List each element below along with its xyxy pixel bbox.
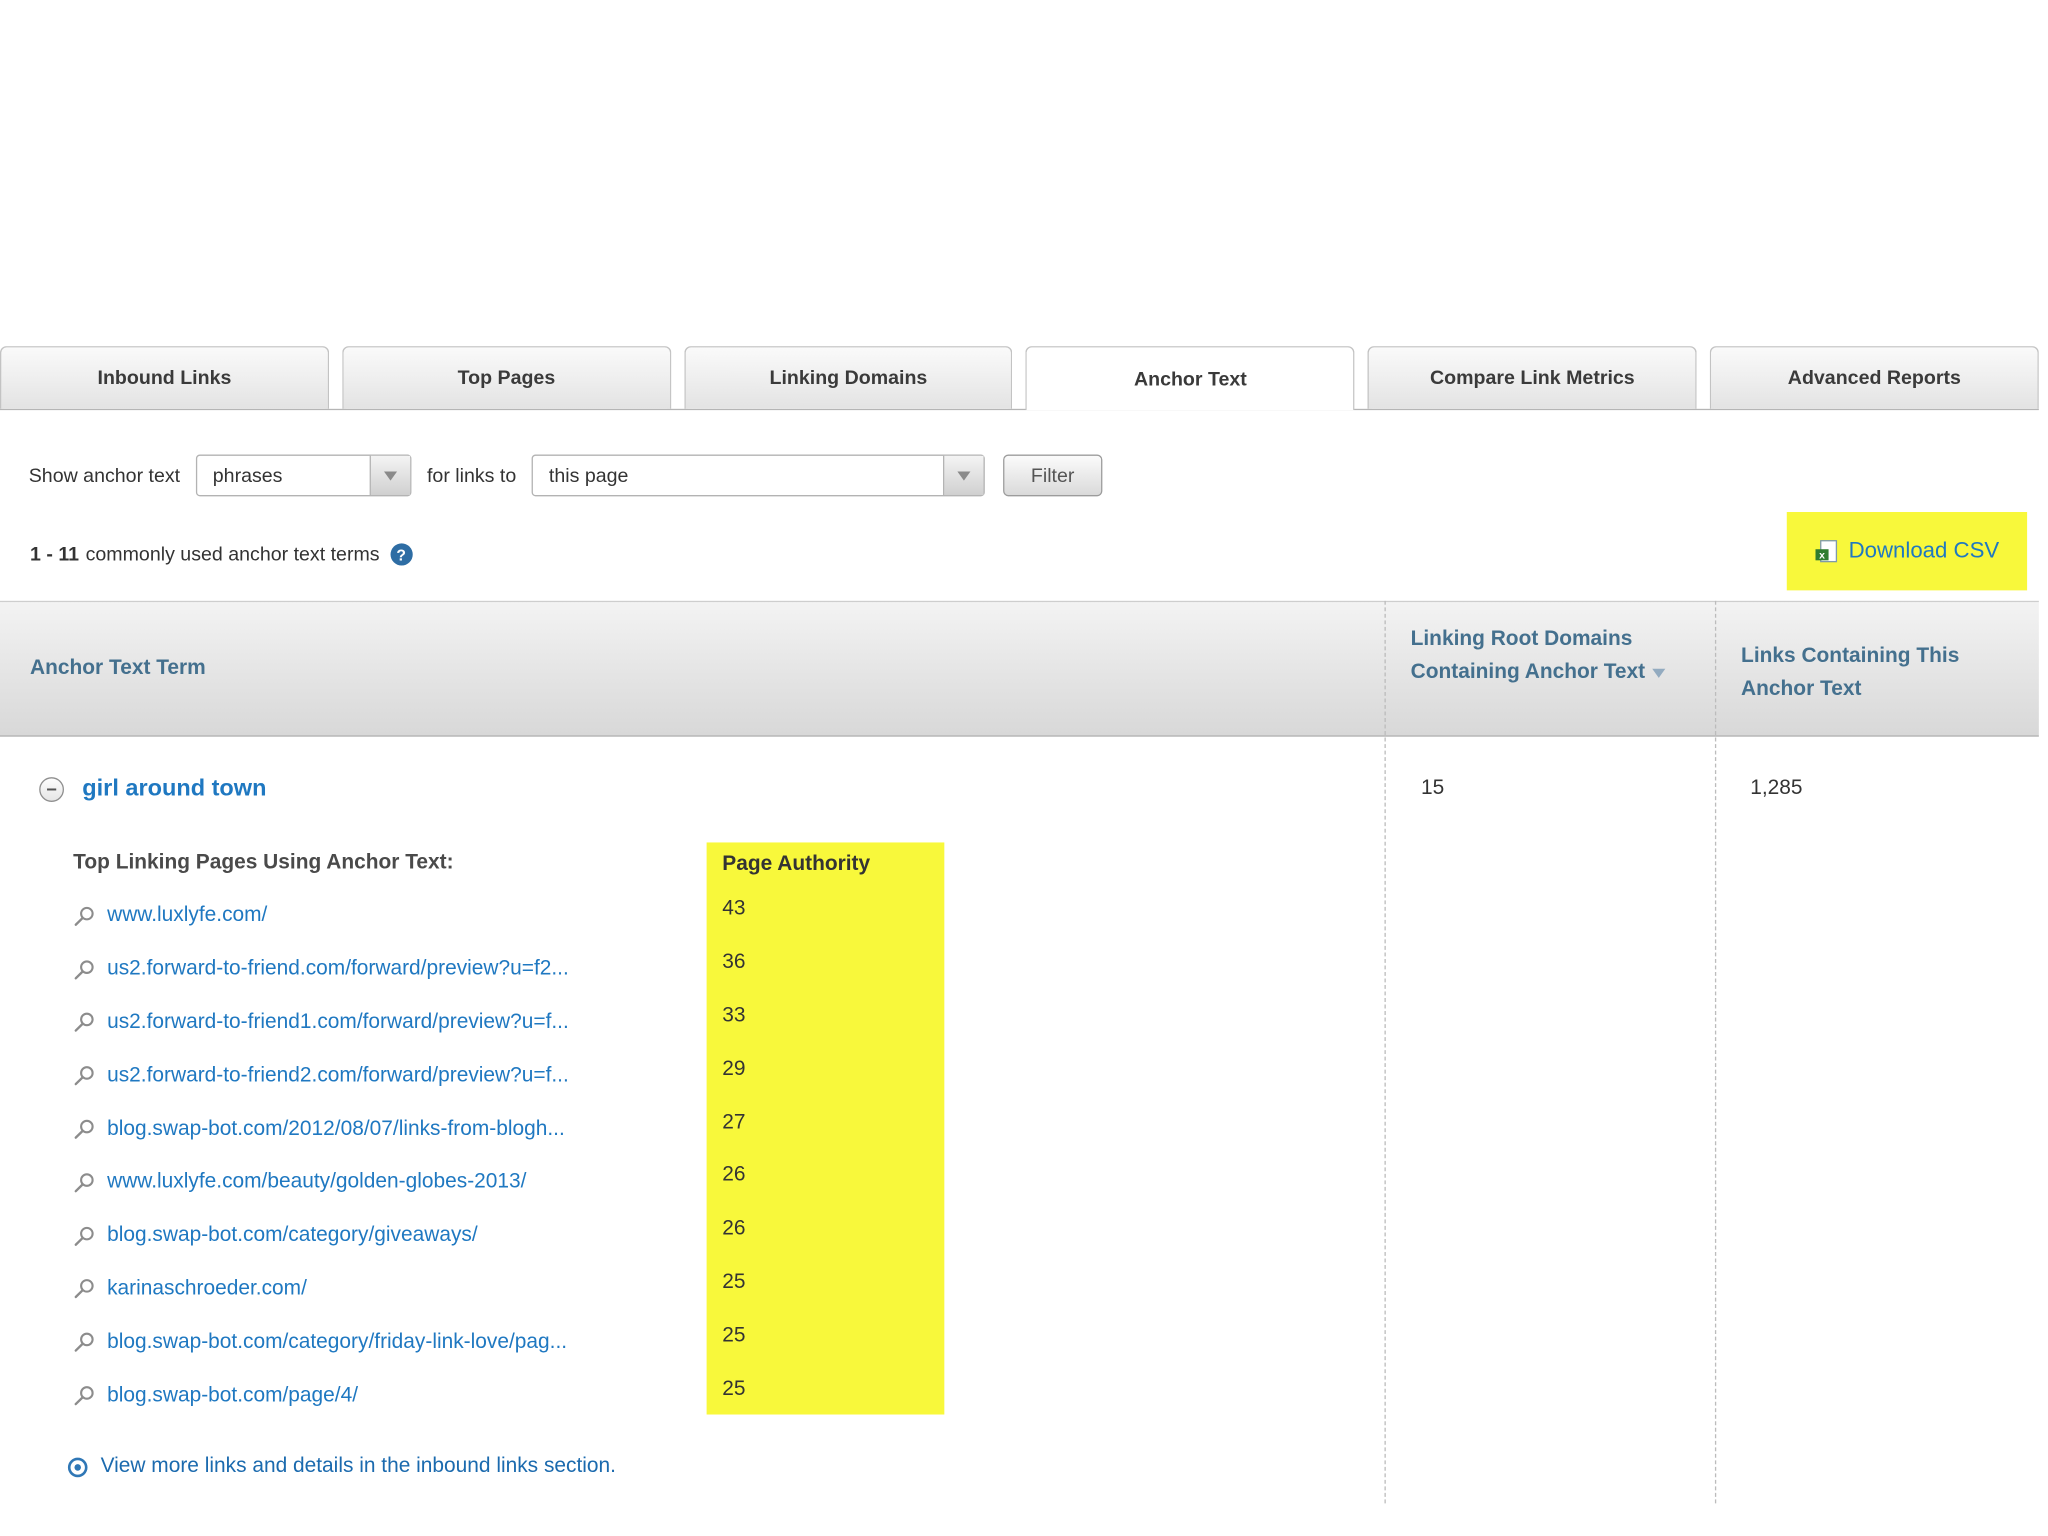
chevron-down-icon — [957, 470, 971, 480]
column-header-anchor-text-term[interactable]: Anchor Text Term — [30, 657, 206, 681]
results-summary: 1 - 11 commonly used anchor text terms ? — [30, 543, 413, 566]
page-authority-value: 29 — [722, 1057, 746, 1080]
link-target-value: this page — [548, 464, 629, 487]
download-csv-label: Download CSV — [1848, 538, 2000, 563]
page-authority-value: 25 — [722, 1377, 746, 1400]
top-linking-pages-list: www.luxlyfe.com/ us2.forward-to-friend.c… — [73, 889, 569, 1422]
download-csv-link[interactable]: x Download CSV — [1786, 511, 2028, 591]
linking-page-url[interactable]: blog.swap-bot.com/2012/08/07/links-from-… — [107, 1117, 565, 1141]
anchor-text-report-page: Inbound Links Top Pages Linking Domains … — [0, 0, 2048, 1536]
page-authority-value: 27 — [722, 1110, 746, 1134]
linking-page-url[interactable]: www.luxlyfe.com/beauty/golden-globes-201… — [107, 1171, 526, 1195]
column-divider — [1714, 600, 1717, 1504]
column-header-links-containing[interactable]: Links Containing This Anchor Text — [1741, 640, 1960, 705]
magnifier-icon[interactable] — [73, 1225, 95, 1247]
tab-top-pages[interactable]: Top Pages — [341, 346, 671, 409]
page-authority-value: 25 — [722, 1270, 746, 1294]
page-authority-value: 26 — [722, 1164, 746, 1187]
tab-bar: Inbound Links Top Pages Linking Domains … — [0, 346, 2039, 411]
top-linking-pages-title: Top Linking Pages Using Anchor Text: — [73, 851, 454, 874]
magnifier-icon[interactable] — [73, 1118, 95, 1140]
page-authority-value: 33 — [722, 1004, 746, 1027]
bullet-radio-icon — [67, 1456, 88, 1477]
tab-compare-link-metrics[interactable]: Compare Link Metrics — [1367, 346, 1697, 409]
tab-advanced-reports[interactable]: Advanced Reports — [1709, 346, 2039, 409]
csv-file-icon: x — [1815, 539, 1840, 564]
magnifier-icon[interactable] — [73, 1065, 95, 1087]
link-target-dropdown[interactable]: this page — [531, 454, 986, 497]
magnifier-icon[interactable] — [73, 1171, 95, 1193]
linking-page-url[interactable]: www.luxlyfe.com/ — [107, 904, 267, 928]
linking-page-row: us2.forward-to-friend.com/forward/previe… — [73, 943, 569, 996]
anchor-type-dropdown[interactable]: phrases — [195, 454, 412, 497]
results-range: 1 - 11 — [30, 543, 80, 566]
dropdown-arrow-button[interactable] — [369, 455, 410, 496]
magnifier-icon[interactable] — [73, 1278, 95, 1300]
dropdown-arrow-button[interactable] — [943, 455, 984, 496]
linking-page-url[interactable]: us2.forward-to-friend2.com/forward/previ… — [107, 1064, 569, 1088]
for-links-to-label: for links to — [426, 464, 517, 487]
results-summary-text: commonly used anchor text terms — [85, 543, 380, 566]
sort-descending-icon — [1651, 668, 1665, 678]
view-more-links-link[interactable]: View more links and details in the inbou… — [67, 1455, 616, 1479]
tab-inbound-links[interactable]: Inbound Links — [0, 346, 329, 409]
page-authority-value: 26 — [722, 1217, 746, 1240]
linking-page-url[interactable]: blog.swap-bot.com/page/4/ — [107, 1384, 358, 1408]
table-header: Anchor Text Term Linking Root Domains Co… — [0, 600, 2039, 737]
magnifier-icon[interactable] — [73, 1012, 95, 1034]
linking-page-url[interactable]: blog.swap-bot.com/category/friday-link-l… — [107, 1331, 567, 1355]
page-authority-highlight-column: Page Authority 43 36 33 29 27 26 26 25 2… — [706, 842, 945, 1416]
anchor-text-term-link[interactable]: girl around town — [82, 775, 266, 802]
linking-page-row: blog.swap-bot.com/page/4/ — [73, 1369, 569, 1422]
magnifier-icon[interactable] — [73, 1385, 95, 1407]
bullet-radio-dot — [74, 1463, 81, 1471]
linking-page-row: us2.forward-to-friend1.com/forward/previ… — [73, 996, 569, 1049]
svg-text:x: x — [1820, 550, 1826, 561]
page-authority-value: 25 — [722, 1324, 746, 1347]
page-authority-values: 43 36 33 29 27 26 26 25 25 25 — [722, 883, 944, 1416]
linking-root-domains-value: 15 — [1421, 777, 1445, 800]
chevron-down-icon — [383, 470, 397, 480]
tab-linking-domains[interactable]: Linking Domains — [683, 346, 1013, 409]
linking-page-row: blog.swap-bot.com/category/friday-link-l… — [73, 1316, 569, 1369]
linking-page-row: us2.forward-to-friend2.com/forward/previ… — [73, 1049, 569, 1102]
page-authority-value: 36 — [722, 951, 746, 974]
help-icon[interactable]: ? — [390, 543, 413, 566]
column-header-linking-root-domains[interactable]: Linking Root Domains Containing Anchor T… — [1411, 623, 1683, 688]
page-authority-value: 43 — [722, 897, 746, 921]
linking-page-url[interactable]: karinaschroeder.com/ — [107, 1277, 307, 1301]
collapse-row-toggle[interactable]: − — [39, 777, 64, 802]
page-authority-header: Page Authority — [722, 852, 871, 876]
linking-page-url[interactable]: blog.swap-bot.com/category/giveaways/ — [107, 1224, 478, 1248]
column-header-label: Linking Root Domains Containing Anchor T… — [1410, 628, 1646, 684]
linking-page-row: karinaschroeder.com/ — [73, 1262, 569, 1315]
links-containing-value: 1,285 — [1750, 777, 1803, 800]
linking-page-row: www.luxlyfe.com/ — [73, 889, 569, 942]
linking-page-row: www.luxlyfe.com/beauty/golden-globes-201… — [73, 1156, 569, 1209]
filter-button[interactable]: Filter — [1003, 454, 1102, 497]
magnifier-icon[interactable] — [73, 1331, 95, 1353]
linking-page-row: blog.swap-bot.com/category/giveaways/ — [73, 1209, 569, 1262]
column-divider — [1384, 600, 1386, 1504]
view-more-links-label: View more links and details in the inbou… — [100, 1455, 616, 1478]
filter-bar: Show anchor text phrases for links to th… — [29, 453, 1102, 497]
tab-anchor-text[interactable]: Anchor Text — [1025, 346, 1355, 411]
linking-page-row: blog.swap-bot.com/2012/08/07/links-from-… — [73, 1103, 569, 1156]
magnifier-icon[interactable] — [73, 905, 95, 927]
magnifier-icon[interactable] — [73, 958, 95, 980]
linking-page-url[interactable]: us2.forward-to-friend.com/forward/previe… — [107, 958, 569, 982]
linking-page-url[interactable]: us2.forward-to-friend1.com/forward/previ… — [107, 1011, 569, 1035]
anchor-type-value: phrases — [212, 464, 283, 487]
show-anchor-text-label: Show anchor text — [28, 464, 181, 487]
